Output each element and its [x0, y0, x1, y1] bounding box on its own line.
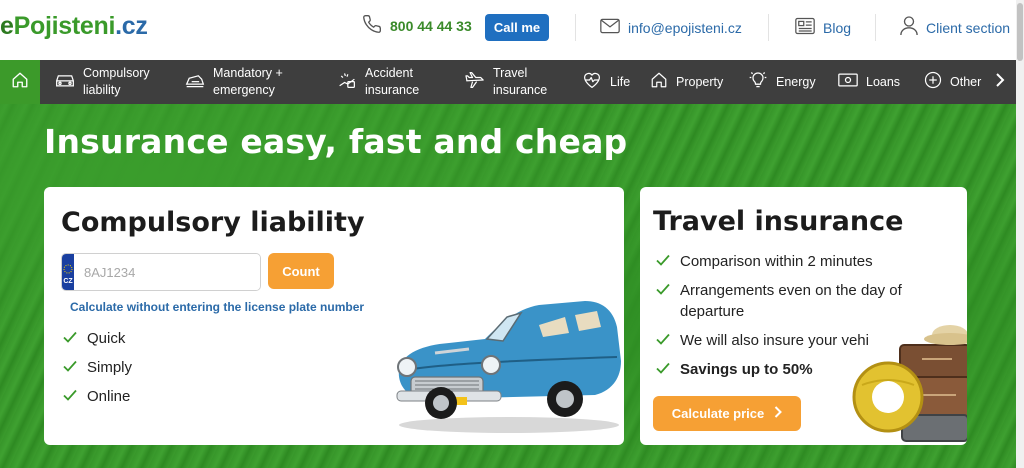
compulsory-liability-card: Compulsory liability CZ Count Calculate … [44, 187, 624, 445]
scrollbar-thumb[interactable] [1017, 3, 1023, 61]
home-icon [11, 71, 29, 93]
license-plate-field[interactable]: CZ [61, 253, 261, 291]
chevron-right-icon [774, 406, 783, 421]
luggage-image [850, 315, 967, 445]
nav-item-loans[interactable]: Loans [838, 60, 900, 104]
client-section-link[interactable]: Client section [900, 14, 1010, 41]
divider [875, 14, 876, 41]
chevron-right-icon [995, 72, 1005, 92]
check-icon [62, 358, 78, 378]
call-me-button[interactable]: Call me [485, 14, 549, 41]
check-icon [655, 281, 671, 301]
card-title: Travel insurance [653, 206, 904, 237]
nav-item-label: Energy [776, 74, 816, 89]
blue-convertible-car-image [389, 287, 625, 441]
list-item: Quick [62, 328, 132, 349]
card-title: Compulsory liability [61, 207, 365, 238]
nav-item-other[interactable]: Other [924, 60, 1005, 104]
calculate-without-plate-link[interactable]: Calculate without entering the license p… [70, 300, 364, 314]
calculate-price-label: Calculate price [671, 406, 765, 421]
scrollbar[interactable] [1016, 0, 1024, 468]
email-link[interactable]: info@epojisteni.cz [600, 14, 742, 41]
plane-icon [465, 71, 485, 94]
divider [768, 14, 769, 41]
user-icon [900, 16, 918, 39]
main-nav: Compulsory liability Mandatory + emergen… [0, 60, 1016, 104]
blog-text: Blog [823, 19, 852, 36]
nav-item-compulsory-liability[interactable]: Compulsory liability [55, 60, 150, 104]
eu-flag-icon: CZ [62, 254, 74, 290]
divider [575, 14, 576, 41]
site-logo[interactable]: ePojisteni.cz [0, 12, 148, 41]
plate-country: CZ [63, 278, 73, 285]
nav-item-energy[interactable]: Energy [748, 60, 816, 104]
site-header: ePojisteni.cz 800 44 44 33 Call me info@… [0, 0, 1016, 60]
nav-item-label: Other [950, 74, 982, 89]
count-button[interactable]: Count [268, 253, 334, 289]
check-icon [62, 329, 78, 349]
nav-home[interactable] [0, 60, 40, 104]
email-text: info@epojisteni.cz [628, 19, 742, 36]
liability-benefits-list: Quick Simply Online [62, 328, 132, 407]
hero-title: Insurance easy, fast and cheap [44, 122, 628, 161]
client-section-text: Client section [926, 19, 1011, 36]
nav-item-label: Mandatory + emergency [213, 66, 283, 97]
check-icon [655, 252, 671, 272]
nav-item-travel-insurance[interactable]: Travel insurance [465, 60, 547, 104]
hero-section: Insurance easy, fast and cheap Compulsor… [0, 104, 1016, 468]
money-icon [838, 72, 858, 93]
mail-icon [600, 18, 620, 37]
nav-item-label: Travel insurance [493, 66, 548, 97]
house-icon [650, 71, 668, 94]
car-icon [55, 72, 75, 93]
list-item: Simply [62, 357, 132, 378]
nav-item-accident-insurance[interactable]: Accident insurance [337, 60, 419, 104]
nav-item-label: Compulsory liability [83, 66, 150, 97]
car-crash-icon [185, 72, 205, 93]
nav-item-mandatory-emergency[interactable]: Mandatory + emergency [185, 60, 283, 104]
nav-item-label: Loans [866, 74, 901, 89]
list-item: Online [62, 386, 132, 407]
nav-item-label: Accident insurance [365, 66, 420, 97]
phone-number[interactable]: 800 44 44 33 [390, 18, 472, 34]
nav-item-label: Life [610, 74, 631, 89]
blog-link[interactable]: Blog [795, 14, 851, 41]
nav-item-property[interactable]: Property [650, 60, 723, 104]
calculate-price-button[interactable]: Calculate price [653, 396, 801, 431]
license-plate-input[interactable] [74, 254, 260, 290]
plus-circle-icon [924, 71, 942, 94]
newspaper-icon [795, 17, 815, 38]
check-icon [62, 387, 78, 407]
nav-item-life[interactable]: Life [582, 60, 630, 104]
phone-contact[interactable]: 800 44 44 33 [362, 14, 472, 38]
check-icon [655, 331, 671, 351]
list-item: Comparison within 2 minutes [655, 251, 935, 272]
check-icon [655, 360, 671, 380]
bulb-icon [748, 70, 768, 95]
phone-icon [362, 14, 382, 38]
accident-icon [337, 71, 357, 94]
heartbeat-icon [582, 71, 602, 94]
nav-item-label: Property [676, 74, 724, 89]
travel-insurance-card: Travel insurance Comparison within 2 min… [640, 187, 967, 445]
